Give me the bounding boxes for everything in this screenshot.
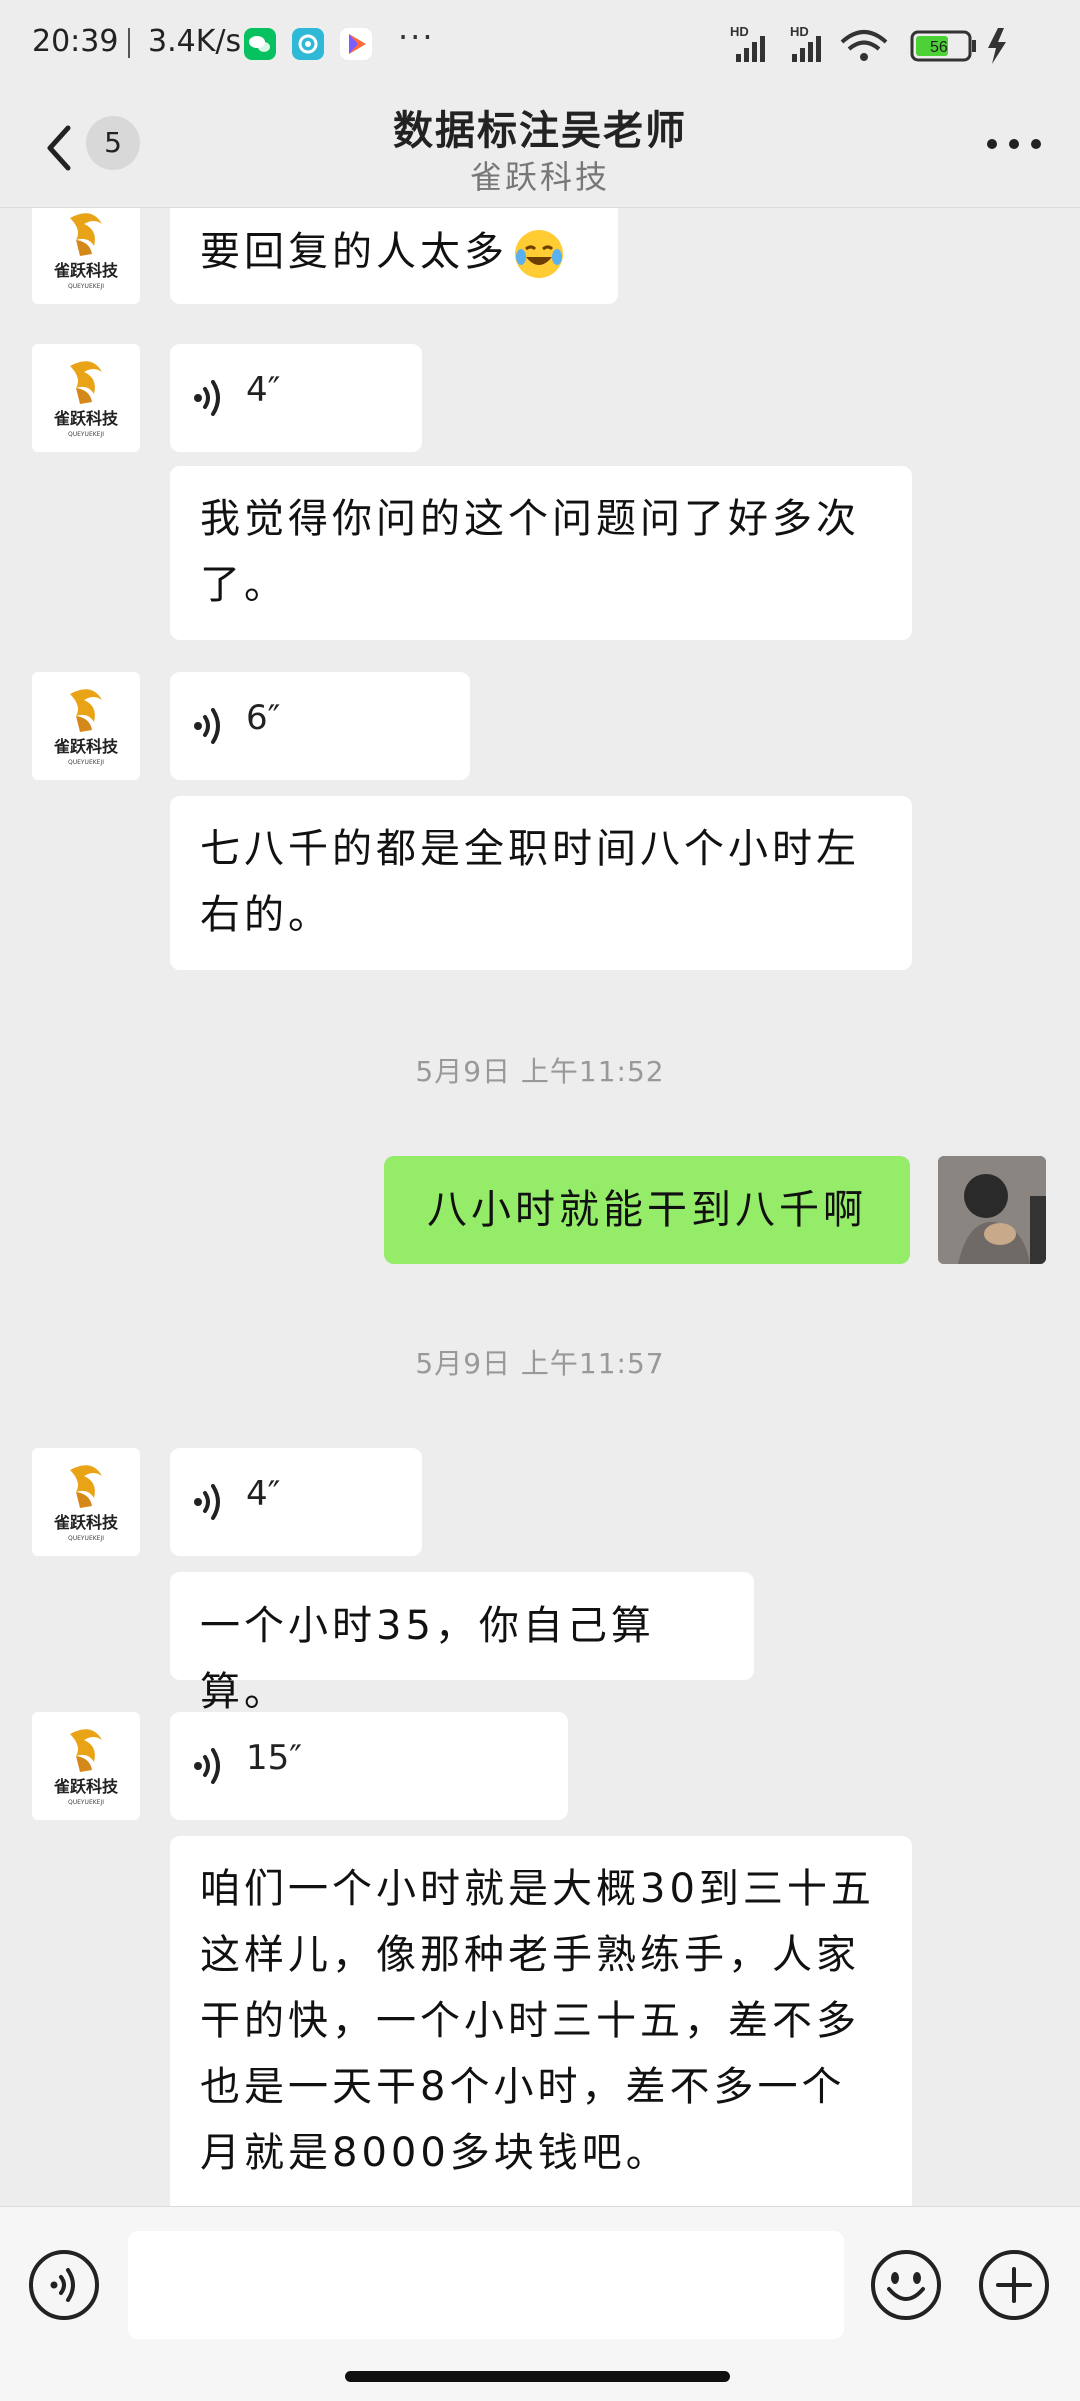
message-bubble[interactable]: 一个小时35，你自己算算。: [170, 1572, 754, 1715]
svg-text:QUEYUEKEJI: QUEYUEKEJI: [68, 759, 104, 766]
voice-length: 4″: [246, 1474, 281, 1514]
voice-message[interactable]: 6″: [170, 672, 470, 780]
voice-length: 4″: [246, 370, 281, 410]
status-net-speed: 3.4K/s: [148, 24, 242, 59]
message-list[interactable]: 雀跃科技 QUEYUEKEJI 要回复的人太多 雀跃科技 QUEYUEKEJI …: [0, 208, 1080, 2206]
message-bubble[interactable]: 咱们一个小时就是大概30到三十五这样儿，像那种老手熟练手，人家干的快，一个小时三…: [170, 1836, 912, 2206]
svg-text:雀跃科技: 雀跃科技: [53, 409, 119, 428]
svg-text:QUEYUEKEJI: QUEYUEKEJI: [68, 431, 104, 438]
message-bubble-self[interactable]: 八小时就能干到八千啊: [384, 1156, 910, 1264]
svg-text:雀跃科技: 雀跃科技: [53, 1513, 119, 1532]
svg-text:HD: HD: [790, 24, 809, 39]
voice-message[interactable]: 4″: [170, 1448, 422, 1556]
message-text: 一个小时35，你自己算算。: [200, 1603, 655, 1715]
svg-text:雀跃科技: 雀跃科技: [53, 737, 119, 756]
voice-message[interactable]: 15″: [170, 1712, 568, 1820]
contact-avatar[interactable]: 雀跃科技 QUEYUEKEJI: [32, 344, 140, 452]
chat-subtitle: 雀跃科技: [469, 158, 610, 196]
app-notification-icon: [292, 28, 324, 60]
voice-length: 6″: [246, 698, 281, 738]
message-timestamp: 5月9日 上午11:52: [415, 1055, 665, 1088]
voice-input-icon[interactable]: [28, 2249, 100, 2321]
home-indicator[interactable]: [345, 2371, 730, 2382]
message-bubble[interactable]: 七八千的都是全职时间八个小时左右的。: [170, 796, 912, 970]
self-avatar[interactable]: [938, 1156, 1046, 1264]
voice-wave-icon: [194, 1484, 220, 1520]
message-input[interactable]: [128, 2231, 844, 2339]
more-horizontal-icon[interactable]: [984, 132, 1044, 156]
voice-length: 15″: [246, 1738, 302, 1778]
voice-message[interactable]: 4″: [170, 344, 422, 452]
video-app-notification-icon: [340, 28, 372, 60]
wechat-notification-icon: [244, 28, 276, 60]
svg-text:QUEYUEKEJI: QUEYUEKEJI: [68, 283, 104, 290]
status-divider: [128, 28, 130, 58]
contact-avatar[interactable]: 雀跃科技 QUEYUEKEJI: [32, 1448, 140, 1556]
svg-text:QUEYUEKEJI: QUEYUEKEJI: [68, 1799, 104, 1806]
contact-avatar[interactable]: 雀跃科技 QUEYUEKEJI: [32, 208, 140, 304]
svg-text:雀跃科技: 雀跃科技: [53, 261, 119, 280]
voice-wave-icon: [194, 1748, 220, 1784]
voice-wave-icon: [194, 380, 220, 416]
smile-icon[interactable]: [870, 2249, 942, 2321]
svg-text:HD: HD: [730, 24, 749, 39]
svg-text:QUEYUEKEJI: QUEYUEKEJI: [68, 1535, 104, 1542]
voice-wave-icon: [194, 708, 220, 744]
chat-title: 数据标注吴老师: [393, 108, 687, 154]
message-text: 七八千的都是全职时间八个小时左右的。: [200, 826, 860, 938]
message-bubble[interactable]: 我觉得你问的这个问题问了好多次了。: [170, 466, 912, 640]
message-bubble[interactable]: 要回复的人太多: [170, 208, 618, 304]
chat-header: 5 数据标注吴老师 雀跃科技: [0, 90, 1080, 208]
status-bar: 20:39 3.4K/s ··· HD HD 56: [0, 0, 1080, 90]
status-time: 20:39: [32, 24, 119, 59]
battery-level: 56: [930, 39, 948, 56]
contact-avatar[interactable]: 雀跃科技 QUEYUEKEJI: [32, 672, 140, 780]
svg-text:雀跃科技: 雀跃科技: [53, 1777, 119, 1796]
message-timestamp: 5月9日 上午11:57: [415, 1347, 665, 1380]
message-text: 我觉得你问的这个问题问了好多次了。: [200, 496, 860, 608]
message-text: 要回复的人太多: [200, 229, 508, 275]
plus-circle-icon[interactable]: [978, 2249, 1050, 2321]
message-text: 咱们一个小时就是大概30到三十五这样儿，像那种老手熟练手，人家干的快，一个小时三…: [200, 1866, 875, 2176]
message-text: 八小时就能干到八千啊: [427, 1187, 867, 1233]
status-right-icons: HD HD 56: [730, 24, 1006, 64]
laughing-emoji-icon: [512, 227, 566, 281]
contact-avatar[interactable]: 雀跃科技 QUEYUEKEJI: [32, 1712, 140, 1820]
status-more-icon: ···: [398, 18, 435, 56]
